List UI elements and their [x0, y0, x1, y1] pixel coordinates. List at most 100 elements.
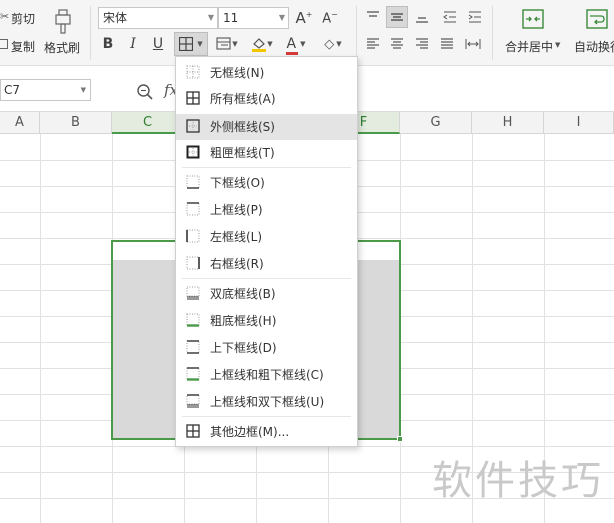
column-header-i[interactable]: I — [544, 112, 614, 134]
font-name-select[interactable]: 宋体 ▼ — [98, 7, 218, 29]
cut-label: 剪切 — [11, 12, 36, 26]
column-header-h[interactable]: H — [472, 112, 544, 134]
clear-button[interactable]: ◇ ▼ — [318, 33, 348, 55]
watermark-text: 软件技巧 — [432, 458, 604, 504]
font-shrink-icon: A− — [322, 9, 338, 27]
border-menu-item-thick-box-border[interactable]: 粗匣框线(T) — [176, 140, 357, 166]
column-header-c[interactable]: C — [112, 112, 184, 134]
border-menu-item-top-border[interactable]: 上框线(P) — [176, 197, 357, 223]
align-bottom-icon — [416, 17, 428, 23]
align-right-icon — [416, 38, 428, 49]
copy-icon — [0, 39, 8, 49]
fill-handle[interactable] — [397, 436, 403, 442]
font-grow-icon: A+ — [295, 9, 313, 27]
name-box[interactable]: C7 ▼ — [0, 79, 91, 101]
column-header-a[interactable]: A — [0, 112, 40, 134]
chevron-down-icon: ▼ — [80, 86, 86, 94]
increase-indent-button[interactable] — [464, 6, 486, 28]
border-dropdown-menu: 无框线(N) 所有框线(A) 外侧框线(S) 粗匣框线(T) 下框线(O) 上框线(P) 左… — [175, 56, 358, 447]
border-menu-item-left-border[interactable]: 左框线(L) — [176, 224, 357, 250]
zoom-search-icon[interactable] — [136, 83, 154, 101]
increase-font-size-button[interactable]: A+ — [293, 7, 315, 29]
border-menu-item-no-border[interactable]: 无框线(N) — [176, 60, 357, 86]
border-button[interactable]: ▼ — [174, 32, 208, 56]
align-top-button[interactable] — [362, 6, 384, 28]
copy-button[interactable]: 复制 — [0, 36, 40, 54]
chevron-down-icon: ▼ — [207, 13, 214, 22]
border-menu-item-bottom-border[interactable]: 下框线(O) — [176, 170, 357, 196]
align-bottom-button[interactable] — [411, 6, 433, 28]
cut-button[interactable]: ✂ 剪切 — [0, 8, 40, 26]
chevron-down-icon: ▼ — [555, 41, 561, 49]
border-grid-icon — [179, 37, 194, 51]
merge-center-button[interactable]: 合并居中 ▼ — [500, 6, 566, 58]
align-center-button[interactable] — [386, 33, 408, 55]
align-top-icon — [367, 11, 379, 17]
border-menu-item-outside-borders[interactable]: 外侧框线(S) — [176, 114, 357, 140]
border-menu-item-label: 上下框线(D) — [210, 341, 277, 355]
top-thick-bottom-border-icon — [186, 367, 200, 381]
border-menu-item-label: 上框线(P) — [210, 203, 263, 217]
merge-center-label: 合并居中 — [505, 40, 554, 54]
border-menu-item-top-double-bottom-border[interactable]: 上框线和双下框线(U) — [176, 389, 357, 415]
decrease-indent-button[interactable] — [439, 6, 461, 28]
italic-button[interactable]: I — [122, 33, 144, 55]
thick-bottom-border-icon — [186, 313, 200, 327]
distribute-icon — [465, 39, 481, 49]
border-menu-item-top-thick-bottom-border[interactable]: 上框线和粗下框线(C) — [176, 362, 357, 388]
bold-button[interactable]: B — [97, 33, 119, 55]
font-color-icon: A — [285, 36, 298, 55]
menu-separator — [182, 416, 351, 417]
border-menu-item-label: 上框线和粗下框线(C) — [210, 368, 324, 382]
cell-style-button[interactable]: ▼ — [212, 33, 242, 55]
eraser-icon: ◇ — [324, 36, 335, 52]
border-menu-item-thick-bottom-border[interactable]: 粗底框线(H) — [176, 308, 357, 334]
chevron-down-icon: ▼ — [300, 40, 306, 48]
font-name-value: 宋体 — [103, 11, 128, 25]
chevron-down-icon: ▼ — [278, 13, 285, 22]
distributed-align-button[interactable] — [462, 33, 484, 55]
cell-style-icon — [216, 37, 231, 50]
bold-icon: B — [102, 36, 114, 52]
decrease-font-size-button[interactable]: A− — [319, 7, 341, 29]
border-menu-item-top-bottom-border[interactable]: 上下框线(D) — [176, 335, 357, 361]
border-menu-item-right-border[interactable]: 右框线(R) — [176, 251, 357, 277]
font-size-select[interactable]: 11 ▼ — [218, 7, 289, 29]
menu-separator — [182, 278, 351, 279]
align-left-icon — [367, 38, 379, 49]
justify-button[interactable] — [436, 33, 458, 55]
column-header-g[interactable]: G — [400, 112, 472, 134]
border-menu-item-label: 左框线(L) — [210, 230, 263, 244]
format-painter-button[interactable]: 格式刷 — [42, 6, 84, 58]
top-double-bottom-border-icon — [186, 394, 200, 408]
right-border-icon — [186, 256, 200, 270]
top-bottom-border-icon — [186, 340, 200, 354]
scissors-icon: ✂ — [0, 10, 10, 23]
border-menu-item-label: 上框线和双下框线(U) — [210, 395, 325, 409]
border-menu-item-more-borders[interactable]: 其他边框(M)... — [176, 419, 357, 445]
fill-color-button[interactable]: ▼ — [247, 33, 277, 55]
border-menu-item-label: 右框线(R) — [210, 257, 264, 271]
chevron-down-icon: ▼ — [267, 40, 273, 48]
more-borders-icon — [186, 424, 200, 438]
thick-box-border-icon — [186, 145, 200, 159]
border-menu-item-double-bottom-border[interactable]: 双底框线(B) — [176, 281, 357, 307]
border-menu-item-label: 所有框线(A) — [210, 92, 276, 106]
no-border-icon — [186, 65, 200, 79]
align-middle-button[interactable] — [386, 6, 408, 28]
border-menu-item-all-borders[interactable]: 所有框线(A) — [176, 86, 357, 112]
underline-button[interactable]: U — [147, 33, 169, 55]
font-color-button[interactable]: A ▼ — [281, 33, 311, 55]
column-header-b[interactable]: B — [40, 112, 112, 134]
paint-bucket-icon — [252, 38, 267, 52]
all-borders-icon — [186, 91, 200, 105]
align-right-button[interactable] — [411, 33, 433, 55]
border-menu-item-label: 粗底框线(H) — [210, 314, 277, 328]
outdent-icon — [443, 11, 456, 23]
align-left-button[interactable] — [362, 33, 384, 55]
wrap-text-icon — [586, 9, 608, 29]
auto-wrap-button[interactable]: 自动换行 — [572, 6, 614, 58]
auto-wrap-label: 自动换行 — [574, 40, 614, 54]
align-center-icon — [391, 38, 403, 49]
active-cell-c7[interactable] — [113, 242, 184, 260]
